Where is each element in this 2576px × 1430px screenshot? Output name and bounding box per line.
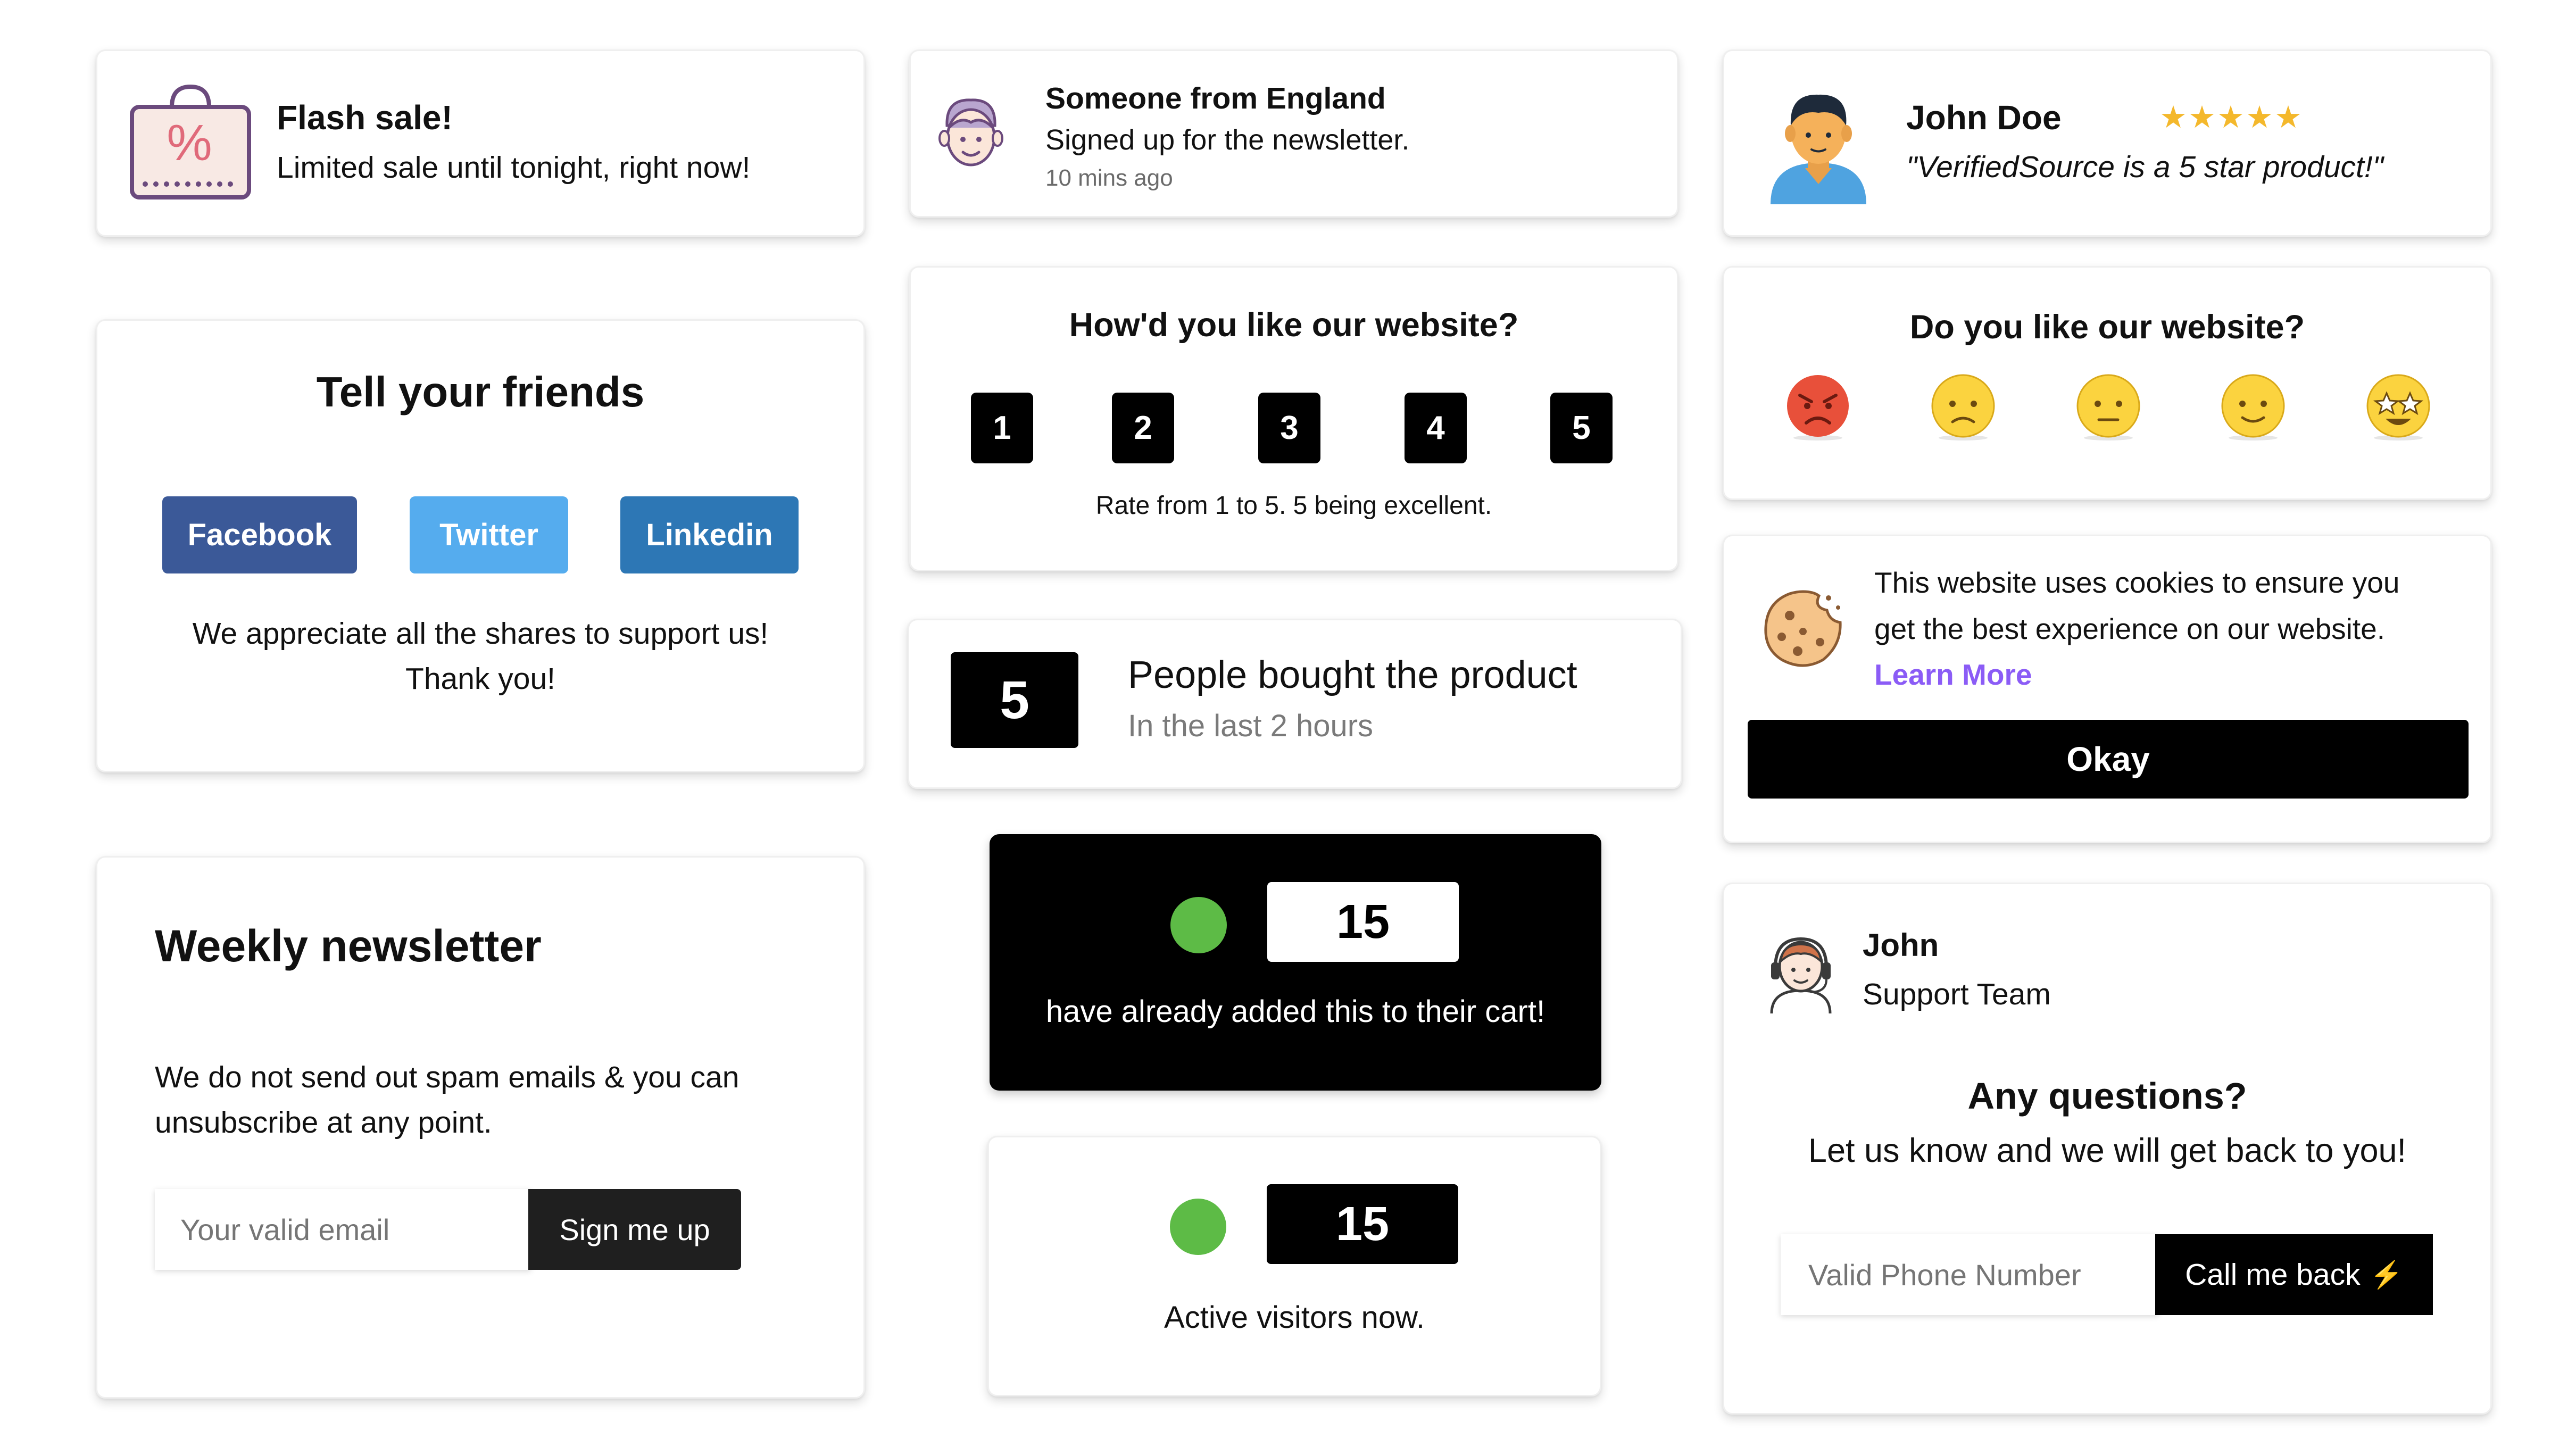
call-me-back-button[interactable]: Call me back ⚡ bbox=[2155, 1234, 2433, 1315]
mood-card: Do you like our website? bbox=[1723, 266, 2492, 500]
neutral-face-icon[interactable] bbox=[2074, 374, 2142, 442]
okay-button[interactable]: Okay bbox=[1748, 720, 2469, 799]
live-status-dot bbox=[1170, 1199, 1226, 1255]
flash-sale-title: Flash sale! bbox=[277, 98, 453, 137]
flash-sale-card: % Flash sale! Limited sale until tonight… bbox=[96, 49, 865, 237]
cookie-card: This website uses cookies to ensure you … bbox=[1723, 535, 2492, 843]
visitors-card: 15 Active visitors now. bbox=[987, 1136, 1601, 1396]
reviewer-name: John Doe bbox=[1906, 98, 2062, 137]
sad-face-icon[interactable] bbox=[1929, 374, 1997, 442]
support-text: Let us know and we will get back to you! bbox=[1808, 1132, 2407, 1169]
rating-option-2[interactable]: 2 bbox=[1112, 393, 1174, 463]
cart-card: 15 have already added this to their cart… bbox=[990, 834, 1601, 1091]
purchases-card: 5 People bought the product In the last … bbox=[908, 619, 1682, 789]
cart-count: 15 bbox=[1267, 882, 1459, 962]
share-message: We appreciate all the shares to support … bbox=[192, 617, 769, 651]
live-status-dot bbox=[1170, 897, 1227, 953]
rating-option-1[interactable]: 1 bbox=[971, 393, 1033, 463]
purchases-subtitle: In the last 2 hours bbox=[1128, 709, 1374, 743]
mood-title: Do you like our website? bbox=[1909, 309, 2305, 346]
linkedin-button[interactable]: Linkedin bbox=[620, 496, 799, 573]
support-agent-icon bbox=[1770, 937, 1832, 1014]
rating-caption: Rate from 1 to 5. 5 being excellent. bbox=[1095, 492, 1492, 520]
flash-sale-text: Limited sale until tonight, right now! bbox=[277, 151, 751, 185]
purchases-title: People bought the product bbox=[1128, 654, 1577, 696]
purchases-count: 5 bbox=[951, 652, 1078, 748]
star-rating: ★★★★★ bbox=[2159, 100, 2303, 135]
support-title: Any questions? bbox=[1967, 1075, 2247, 1117]
svg-text:%: % bbox=[167, 114, 212, 171]
lightning-icon: ⚡ bbox=[2370, 1259, 2403, 1290]
phone-field[interactable] bbox=[1781, 1234, 2158, 1315]
email-field[interactable] bbox=[155, 1189, 531, 1270]
cookie-icon bbox=[1764, 590, 1842, 667]
star-eyes-icon[interactable] bbox=[2364, 374, 2432, 442]
newsletter-line1: We do not send out spam emails & you can bbox=[155, 1060, 739, 1094]
share-thanks: Thank you! bbox=[405, 662, 555, 696]
rating-option-4[interactable]: 4 bbox=[1405, 393, 1467, 463]
newsletter-card: Weekly newsletter We do not send out spa… bbox=[96, 856, 865, 1399]
share-card: Tell your friends Facebook Twitter Linke… bbox=[96, 319, 865, 772]
slight-smile-icon[interactable] bbox=[2219, 374, 2287, 442]
avatar-icon bbox=[1771, 94, 1866, 204]
facebook-button[interactable]: Facebook bbox=[162, 496, 357, 573]
learn-more-link[interactable]: Learn More bbox=[1874, 658, 2032, 692]
share-title: Tell your friends bbox=[316, 368, 645, 415]
angry-face-icon[interactable] bbox=[1784, 374, 1852, 442]
review-quote: "VerifiedSource is a 5 star product!" bbox=[1906, 150, 2383, 184]
sign-up-button[interactable]: Sign me up bbox=[528, 1189, 741, 1270]
newsletter-line2: unsubscribe at any point. bbox=[155, 1105, 492, 1140]
signup-time: 10 mins ago bbox=[1045, 165, 1173, 191]
person-face-icon bbox=[938, 98, 1003, 167]
visitors-count: 15 bbox=[1267, 1184, 1458, 1264]
signup-text: Signed up for the newsletter. bbox=[1045, 124, 1410, 156]
rating-card: How'd you like our website? 1 2 3 4 5 Ra… bbox=[909, 266, 1678, 571]
cookie-line2: get the best experience on our website. bbox=[1874, 612, 2386, 645]
call-me-back-label: Call me back bbox=[2185, 1258, 2361, 1292]
newsletter-title: Weekly newsletter bbox=[155, 921, 542, 971]
shopping-bag-icon: % bbox=[130, 84, 251, 199]
visitors-text: Active visitors now. bbox=[1164, 1300, 1425, 1335]
rating-option-5[interactable]: 5 bbox=[1550, 393, 1613, 463]
twitter-button[interactable]: Twitter bbox=[410, 496, 568, 573]
support-card: John Support Team Any questions? Let us … bbox=[1723, 883, 2492, 1415]
cart-text: have already added this to their cart! bbox=[1045, 994, 1545, 1029]
rating-title: How'd you like our website? bbox=[1069, 306, 1519, 344]
signup-notification-card: Someone from England Signed up for the n… bbox=[909, 49, 1678, 218]
review-card: John Doe ★★★★★ "VerifiedSource is a 5 st… bbox=[1723, 49, 2492, 237]
signup-name: Someone from England bbox=[1045, 81, 1386, 115]
support-team: Support Team bbox=[1863, 977, 2051, 1011]
rating-option-3[interactable]: 3 bbox=[1258, 393, 1320, 463]
cookie-line1: This website uses cookies to ensure you bbox=[1874, 566, 2400, 599]
support-name: John bbox=[1863, 927, 1939, 963]
